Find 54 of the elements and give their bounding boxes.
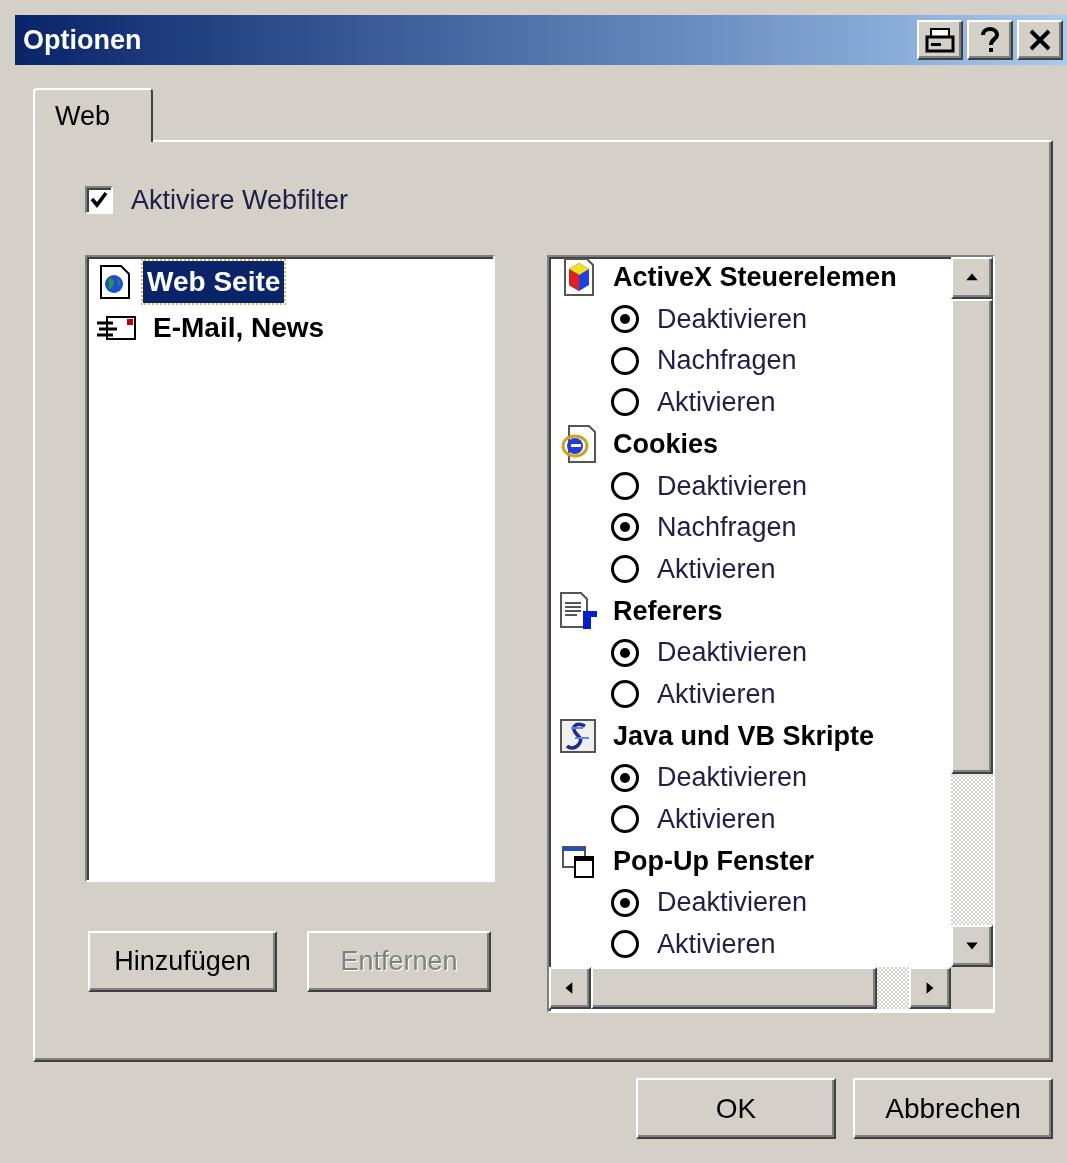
- option-label: Aktivieren: [657, 677, 776, 711]
- radio-button[interactable]: [611, 680, 639, 709]
- printer-icon: [925, 27, 955, 53]
- web-page-icon: [97, 263, 133, 300]
- dialog-button[interactable]: Abbrechen: [853, 1078, 1053, 1139]
- help-button[interactable]: [967, 20, 1013, 60]
- dialog-button[interactable]: OK: [636, 1078, 836, 1139]
- window-title: Optionen: [23, 23, 143, 57]
- radio-button[interactable]: [611, 555, 639, 584]
- scrollbar-corner: [951, 966, 993, 1009]
- scroll-right-button[interactable]: [909, 966, 951, 1009]
- scroll-up-button[interactable]: [951, 256, 993, 299]
- setting-group-label: ActiveX Steuerelemen: [613, 261, 897, 295]
- radio-button[interactable]: [611, 763, 639, 792]
- option-label: Deaktivieren: [657, 636, 808, 670]
- radio-button[interactable]: [611, 471, 639, 500]
- scroll-thumb[interactable]: [591, 966, 877, 1009]
- radio-button[interactable]: [611, 388, 639, 417]
- category-item[interactable]: Web Seite: [97, 260, 493, 303]
- setting-group-label: Referers: [613, 594, 723, 628]
- checkbox-label: Aktiviere Webfilter: [131, 184, 349, 217]
- radio-button[interactable]: [611, 638, 639, 667]
- radio-button[interactable]: [611, 305, 639, 334]
- option-label: Deaktivieren: [657, 761, 808, 795]
- radio-button[interactable]: [611, 346, 639, 375]
- scroll-down-button[interactable]: [951, 924, 993, 967]
- close-icon: [1029, 29, 1051, 51]
- option-label: Aktivieren: [657, 803, 776, 837]
- option-label: Aktivieren: [657, 552, 776, 586]
- close-button[interactable]: [1017, 20, 1063, 60]
- print-button[interactable]: [917, 20, 963, 60]
- checkbox[interactable]: [85, 186, 113, 215]
- tab[interactable]: Web: [33, 88, 153, 142]
- setting-group-label: Java und VB Skripte: [613, 719, 875, 753]
- scroll-thumb[interactable]: [951, 298, 993, 774]
- setting-group-label: Cookies: [613, 427, 719, 461]
- option-label: Nachfragen: [657, 344, 797, 378]
- radio-button[interactable]: [611, 888, 639, 917]
- category-item[interactable]: E-Mail, News: [97, 306, 493, 349]
- radio-button[interactable]: [611, 513, 639, 542]
- option-label: Aktivieren: [657, 386, 776, 420]
- document-arrow-icon: [559, 590, 599, 631]
- option-label: Deaktivieren: [657, 469, 808, 503]
- radio-button[interactable]: [611, 805, 639, 834]
- scroll-left-button[interactable]: [549, 966, 591, 1009]
- radio-button[interactable]: [611, 930, 639, 959]
- option-label: Nachfragen: [657, 511, 797, 545]
- setting-group-label: Pop-Up Fenster: [613, 844, 814, 878]
- help-icon: [981, 27, 999, 53]
- check-icon: [90, 191, 108, 210]
- option-label: Deaktivieren: [657, 886, 808, 920]
- option-label: Aktivieren: [657, 928, 776, 962]
- list-button[interactable]: Hinzufügen: [88, 930, 277, 992]
- option-label: Deaktivieren: [657, 302, 808, 336]
